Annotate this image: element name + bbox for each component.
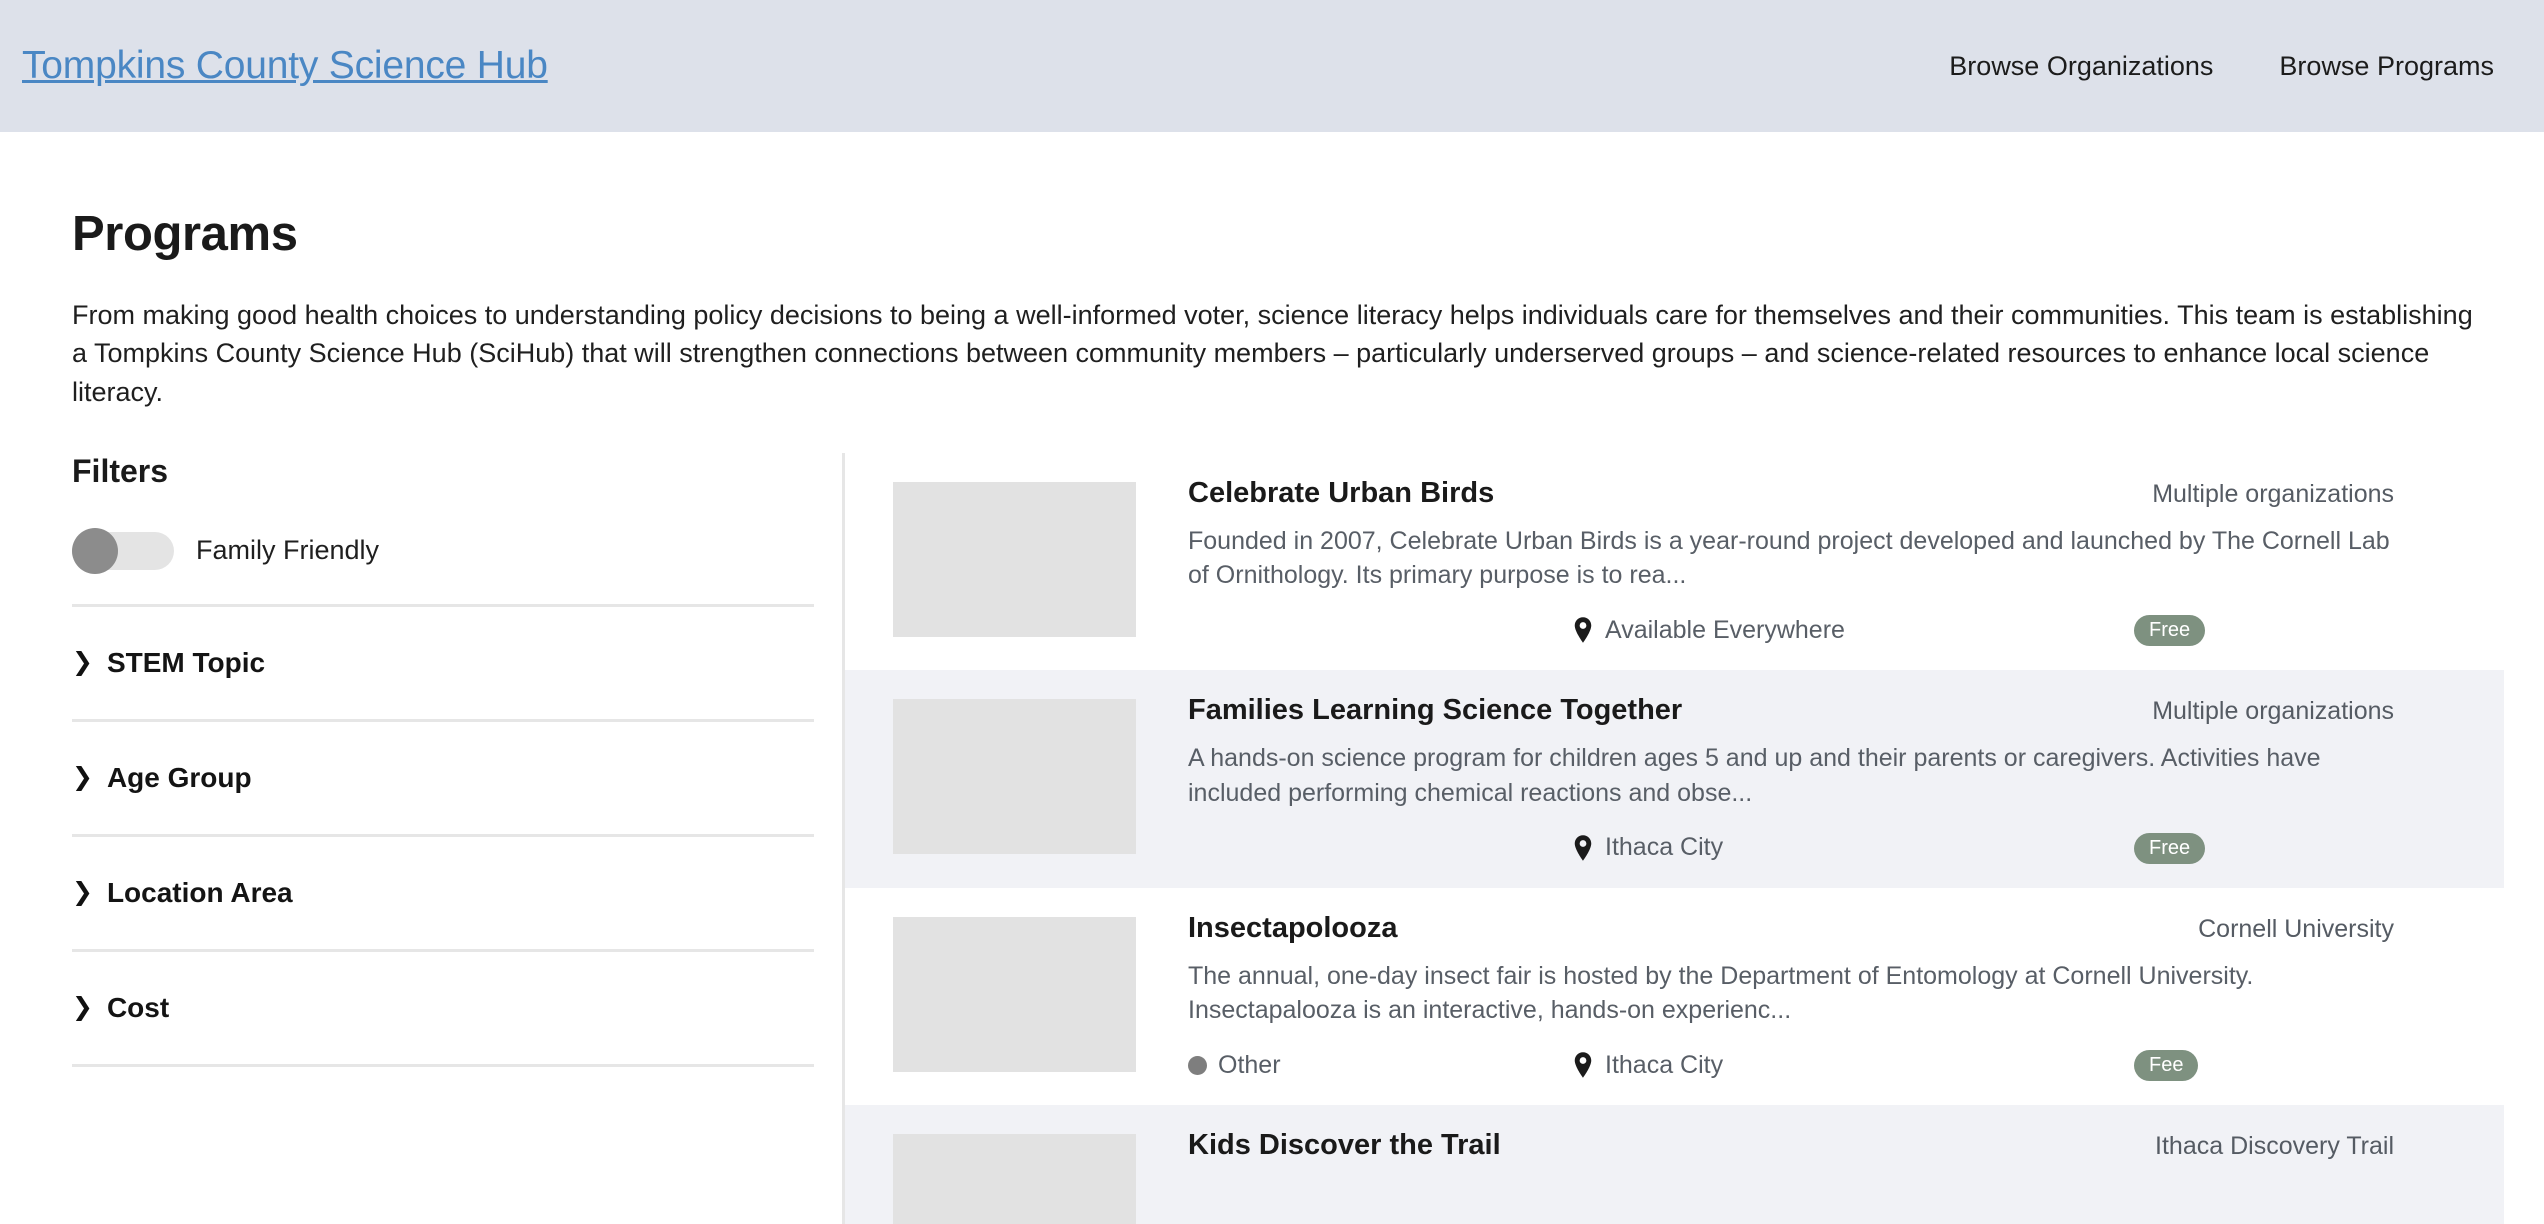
program-card[interactable]: Families Learning Science Together Multi… xyxy=(845,670,2504,888)
program-thumbnail-placeholder xyxy=(893,699,1136,855)
program-meta: Ithaca City Free xyxy=(1188,832,2394,864)
map-pin-icon xyxy=(1574,835,1592,861)
program-cost: Free xyxy=(2134,614,2206,647)
nav-browse-organizations[interactable]: Browse Organizations xyxy=(1949,51,2213,82)
chevron-right-icon: ❯ xyxy=(72,993,93,1022)
program-description: A hands-on science program for children … xyxy=(1188,744,2321,807)
program-title[interactable]: Families Learning Science Together xyxy=(1188,694,1682,727)
program-thumbnail-placeholder xyxy=(893,481,1136,637)
program-location-label: Ithaca City xyxy=(1605,1050,1724,1079)
programs-results-list: Celebrate Urban Birds Multiple organizat… xyxy=(845,452,2504,1224)
program-card[interactable]: Celebrate Urban Birds Multiple organizat… xyxy=(845,452,2504,671)
toggle-knob-icon xyxy=(72,527,118,574)
program-organization: Ithaca Discovery Trail xyxy=(2155,1132,2394,1161)
program-organization: Cornell University xyxy=(2198,914,2394,943)
program-title[interactable]: Kids Discover the Trail xyxy=(1188,1129,1501,1162)
filter-section-label: STEM Topic xyxy=(106,646,266,678)
program-location: Available Everywhere xyxy=(1574,616,2134,645)
cost-badge: Free xyxy=(2134,615,2206,647)
program-cost: Free xyxy=(2134,832,2206,864)
program-organization: Multiple organizations xyxy=(2152,697,2394,726)
site-brand-link[interactable]: Tompkins County Science Hub xyxy=(22,44,548,88)
program-location-label: Ithaca City xyxy=(1605,833,1724,862)
program-card[interactable]: Kids Discover the Trail Ithaca Discovery… xyxy=(845,1105,2504,1224)
page-description: From making good health choices to under… xyxy=(72,300,2473,407)
program-card-body: Insectapolooza Cornell University The an… xyxy=(1136,912,2394,1082)
topic-dot-icon xyxy=(1188,1055,1207,1075)
program-card-header: Insectapolooza Cornell University xyxy=(1188,912,2394,945)
filter-section-location-area[interactable]: ❯ Location Area xyxy=(72,837,814,952)
program-meta: Other Ithaca City Fee xyxy=(1188,1049,2394,1082)
program-location-label: Available Everywhere xyxy=(1605,615,1845,644)
program-card-header: Celebrate Urban Birds Multiple organizat… xyxy=(1188,477,2394,510)
program-title[interactable]: Insectapolooza xyxy=(1188,912,1398,945)
page-title: Programs xyxy=(72,207,298,261)
program-location: Ithaca City xyxy=(1574,1051,2134,1080)
filter-section-stem-topic[interactable]: ❯ STEM Topic xyxy=(72,607,814,722)
program-description: Founded in 2007, Celebrate Urban Birds i… xyxy=(1188,526,2390,590)
nav-browse-programs[interactable]: Browse Programs xyxy=(2279,51,2494,82)
program-thumbnail-placeholder xyxy=(893,1134,1136,1224)
program-description: The annual, one-day insect fair is hoste… xyxy=(1188,961,2254,1025)
chevron-right-icon: ❯ xyxy=(72,763,93,792)
family-friendly-label: Family Friendly xyxy=(196,535,380,566)
main-nav: Browse Organizations Browse Programs xyxy=(1949,51,2504,82)
chevron-right-icon: ❯ xyxy=(72,648,93,677)
filter-section-age-group[interactable]: ❯ Age Group xyxy=(72,722,814,837)
filter-section-cost[interactable]: ❯ Cost xyxy=(72,952,814,1067)
map-pin-icon xyxy=(1574,617,1592,644)
program-card-body: Families Learning Science Together Multi… xyxy=(1136,694,2394,864)
program-location: Ithaca City xyxy=(1574,833,2134,862)
program-card-body: Celebrate Urban Birds Multiple organizat… xyxy=(1136,477,2394,647)
program-topic-label: Other xyxy=(1218,1050,1281,1079)
program-title[interactable]: Celebrate Urban Birds xyxy=(1188,477,1494,510)
program-card-header: Families Learning Science Together Multi… xyxy=(1188,694,2394,727)
filters-title: Filters xyxy=(72,452,169,489)
program-organization: Multiple organizations xyxy=(2152,479,2394,508)
program-card-header: Kids Discover the Trail Ithaca Discovery… xyxy=(1188,1129,2394,1162)
map-pin-icon xyxy=(1574,1052,1592,1079)
filters-sidebar: Filters Family Friendly ❯ STEM Topic ❯ A… xyxy=(72,452,845,1224)
filter-section-label: Location Area xyxy=(106,876,293,908)
program-thumbnail-placeholder xyxy=(893,916,1136,1072)
page-body: Programs From making good health choices… xyxy=(0,206,2544,1224)
cost-badge: Free xyxy=(2134,832,2206,864)
family-friendly-toggle[interactable] xyxy=(72,527,174,574)
program-topic: Other xyxy=(1188,1051,1574,1080)
program-card-body: Kids Discover the Trail Ithaca Discovery… xyxy=(1136,1129,2394,1162)
program-cost: Fee xyxy=(2134,1049,2199,1082)
filter-family-friendly-row[interactable]: Family Friendly xyxy=(72,526,814,607)
program-meta: Available Everywhere Free xyxy=(1188,614,2394,647)
chevron-right-icon: ❯ xyxy=(72,878,93,907)
cost-badge: Fee xyxy=(2134,1050,2199,1082)
content-area: Filters Family Friendly ❯ STEM Topic ❯ A… xyxy=(72,452,2504,1224)
site-header: Tompkins County Science Hub Browse Organ… xyxy=(0,0,2544,132)
program-card[interactable]: Insectapolooza Cornell University The an… xyxy=(845,887,2504,1106)
filter-section-label: Cost xyxy=(106,991,170,1023)
filter-section-label: Age Group xyxy=(106,761,252,793)
